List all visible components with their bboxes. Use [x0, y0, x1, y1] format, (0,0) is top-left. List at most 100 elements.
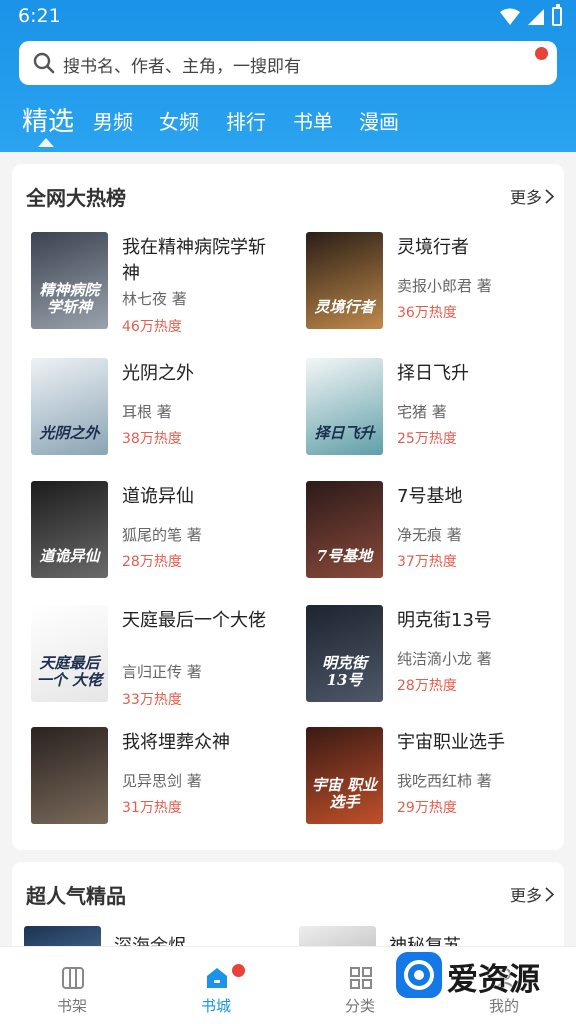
cover-art-text: 光阴之外 [39, 423, 100, 442]
book-author: 狐尾的笔 著 [122, 526, 202, 544]
book-cover[interactable]: 宇宙 职业选手 [306, 727, 383, 824]
book-author: 我吃西红柿 著 [397, 772, 492, 790]
hot-list-title: 全网大热榜 [26, 186, 126, 210]
book-author: 耳根 著 [122, 403, 172, 421]
book-cover[interactable]: 明克街 13号 [306, 605, 383, 702]
book-item[interactable]: 灵境行者 灵境行者 卖报小郎君 著 36万热度 [306, 232, 566, 332]
popular-more-button[interactable]: 更多 [510, 882, 554, 906]
chevron-right-icon [545, 188, 554, 204]
book-cover[interactable] [24, 926, 101, 946]
category-grid-icon [350, 967, 372, 989]
heat-count: 29万热度 [397, 800, 457, 816]
heat-count: 25万热度 [397, 431, 457, 447]
book-title[interactable]: 7号基地 [397, 484, 557, 510]
cover-art-text: 宇宙 职业选手 [311, 776, 378, 811]
active-tab-indicator [38, 138, 54, 147]
nav-category[interactable]: 分类 [320, 947, 400, 1024]
watermark-text: 爱资源 [447, 962, 540, 998]
status-time: 6:21 [18, 5, 61, 27]
book-title[interactable]: 我在精神病院学斩神 [122, 235, 282, 287]
book-author: 卖报小郎君 著 [397, 277, 492, 295]
signal-icon [528, 8, 544, 25]
book-author: 净无痕 著 [397, 526, 462, 544]
book-cover[interactable] [299, 926, 376, 946]
channel-tabs: 精选 男频 女频 排行 书单 漫画 [0, 98, 576, 150]
watermark-logo-icon [396, 952, 442, 998]
heat-count: 31万热度 [122, 800, 182, 816]
book-item[interactable]: 择日飞升 择日飞升 宅猪 著 25万热度 [306, 358, 566, 458]
nav-label: 分类 [344, 997, 375, 1015]
tab-booklist[interactable]: 书单 [293, 106, 333, 135]
book-item[interactable]: 明克街 13号 明克街13号纯洁滴小龙 著 28万热度 [306, 605, 566, 705]
book-title[interactable]: 光阴之外 [122, 361, 282, 387]
battery-icon [552, 4, 562, 26]
nav-bookshelf[interactable]: 书架 [32, 947, 112, 1024]
book-title[interactable]: 灵境行者 [397, 235, 557, 261]
popular-title: 超人气精品 [26, 884, 126, 908]
heat-count: 36万热度 [397, 305, 457, 321]
tab-male[interactable]: 男频 [93, 106, 133, 135]
book-cover[interactable]: 精神病院 学斩神 [31, 232, 108, 329]
book-item[interactable]: 道诡异仙 道诡异仙 狐尾的笔 著 28万热度 [31, 481, 291, 581]
book-title[interactable]: 我将埋葬众神 [122, 730, 282, 756]
search-input[interactable]: 搜书名、作者、主角，一搜即有 [19, 41, 557, 85]
hot-list-card: 全网大热榜 更多 精神病院 学斩神 我在精神病院学斩神林七夜 著 46万热度 灵境行者… [12, 164, 564, 850]
top-header: 6:21 搜书名、作者、主角，一搜即有 精选 男频 女频 排行 书单 漫画 [0, 0, 576, 152]
tab-comics[interactable]: 漫画 [359, 106, 399, 135]
book-item[interactable]: 宇宙 职业选手 宇宙职业选手我吃西红柿 著 29万热度 [306, 727, 566, 827]
cover-art-text: 精神病院 学斩神 [39, 281, 100, 316]
book-title[interactable]: 明克街13号 [397, 608, 557, 634]
cover-art-text: 择日飞升 [314, 423, 375, 442]
book-cover[interactable]: 择日飞升 [306, 358, 383, 455]
nav-bookstore[interactable]: 书城 [176, 947, 256, 1024]
book-title[interactable]: 择日飞升 [397, 361, 557, 387]
cover-art-text: 7号基地 [316, 546, 373, 565]
book-author: 言归正传 著 [122, 663, 202, 681]
status-bar: 6:21 [0, 0, 576, 34]
book-item[interactable]: 精神病院 学斩神 我在精神病院学斩神林七夜 著 46万热度 [31, 232, 291, 335]
cover-art-text: 明克街 13号 [321, 654, 367, 689]
nav-label: 书架 [56, 997, 87, 1015]
notification-dot [232, 964, 245, 977]
book-cover[interactable]: 光阴之外 [31, 358, 108, 455]
book-cover[interactable] [31, 727, 108, 824]
tab-featured[interactable]: 精选 [22, 101, 74, 138]
book-title[interactable]: 宇宙职业选手 [397, 730, 557, 756]
search-icon [33, 52, 55, 74]
book-item[interactable]: 我将埋葬众神见异思剑 著 31万热度 [31, 727, 291, 827]
book-cover[interactable]: 灵境行者 [306, 232, 383, 329]
book-item[interactable]: 7号基地 7号基地 净无痕 著 37万热度 [306, 481, 566, 581]
heat-count: 38万热度 [122, 431, 182, 447]
book-author: 纯洁滴小龙 著 [397, 650, 492, 668]
status-icons [500, 4, 562, 26]
heat-count: 46万热度 [122, 319, 182, 335]
book-author: 林七夜 著 [122, 290, 187, 308]
book-item[interactable]: 天庭最后一个 大佬 天庭最后一个大佬言归正传 著 33万热度 [31, 605, 291, 708]
home-icon [207, 968, 227, 988]
notification-dot [535, 47, 548, 60]
book-cover[interactable]: 7号基地 [306, 481, 383, 578]
wifi-icon [500, 8, 520, 25]
tab-female[interactable]: 女频 [159, 106, 199, 135]
book-title[interactable]: 天庭最后一个大佬 [122, 608, 282, 634]
watermark: 爱资源 [396, 952, 568, 1000]
nav-label: 书城 [200, 997, 231, 1015]
cover-art-text: 天庭最后一个 大佬 [36, 654, 103, 689]
heat-count: 28万热度 [397, 678, 457, 694]
book-author: 见异思剑 著 [122, 772, 202, 790]
heat-count: 28万热度 [122, 554, 182, 570]
book-author: 宅猪 著 [397, 403, 447, 421]
book-item[interactable]: 光阴之外 光阴之外 耳根 著 38万热度 [31, 358, 291, 458]
bookshelf-icon [62, 967, 84, 989]
cover-art-text: 灵境行者 [314, 297, 375, 316]
tab-ranking[interactable]: 排行 [226, 106, 266, 135]
book-title[interactable]: 道诡异仙 [122, 484, 282, 510]
heat-count: 33万热度 [122, 692, 182, 708]
more-label: 更多 [509, 188, 542, 207]
book-cover[interactable]: 天庭最后一个 大佬 [31, 605, 108, 702]
more-label: 更多 [509, 886, 542, 905]
cover-art-text: 道诡异仙 [39, 546, 100, 565]
book-cover[interactable]: 道诡异仙 [31, 481, 108, 578]
chevron-right-icon [545, 886, 554, 902]
hot-list-more-button[interactable]: 更多 [510, 184, 554, 208]
